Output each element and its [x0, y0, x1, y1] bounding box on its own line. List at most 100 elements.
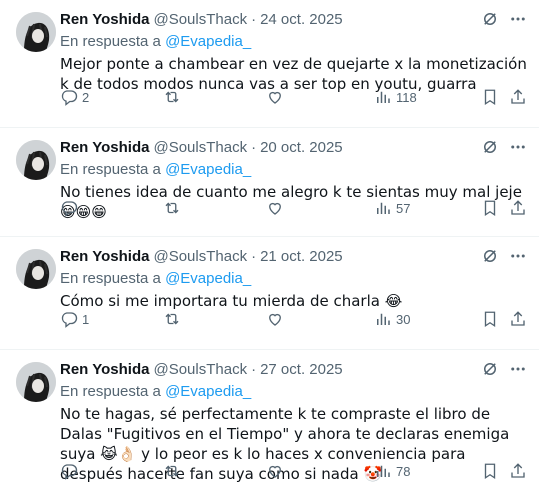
bookmark-button[interactable] — [481, 462, 499, 480]
reply-button[interactable] — [60, 199, 82, 217]
like-button[interactable] — [266, 88, 288, 106]
reply-button[interactable] — [60, 462, 82, 480]
reply-count: 1 — [82, 311, 90, 327]
tweet[interactable]: Ren Yoshida @SoulsThack · 24 oct. 2025 E… — [0, 0, 539, 128]
avatar[interactable] — [16, 249, 56, 289]
bookmark-button[interactable] — [481, 88, 499, 106]
tweet-date[interactable]: 21 oct. 2025 — [260, 247, 343, 267]
tweet[interactable]: Ren Yoshida @SoulsThack · 21 oct. 2025 E… — [0, 237, 539, 350]
views-icon — [377, 465, 390, 477]
user-handle[interactable]: @SoulsThack — [153, 360, 247, 380]
like-icon — [269, 91, 281, 104]
tweet-date[interactable]: 24 oct. 2025 — [260, 10, 343, 30]
bookmark-icon — [484, 463, 496, 480]
views-icon — [377, 313, 390, 325]
reply-prefix: En respuesta a — [60, 270, 166, 287]
like-button[interactable] — [266, 310, 288, 328]
bookmark-button[interactable] — [481, 199, 499, 217]
repost-icon — [165, 91, 179, 103]
reply-prefix: En respuesta a — [60, 33, 166, 50]
reply-context: En respuesta a @Evapedia_ — [60, 32, 527, 52]
user-handle[interactable]: @SoulsThack — [153, 138, 247, 158]
tweet-text: Cómo si me importara tu mierda de charla… — [60, 292, 403, 310]
reply-icon — [61, 464, 78, 480]
tweet-text: No te hagas, sé perfectamente k te compr… — [60, 405, 510, 483]
tweet-date[interactable]: 27 oct. 2025 — [260, 360, 343, 380]
repost-button[interactable] — [163, 310, 185, 328]
separator-dot: · — [251, 361, 257, 378]
reply-button[interactable]: 1 — [60, 310, 89, 328]
more-icon[interactable] — [509, 247, 527, 265]
share-icon — [511, 463, 525, 478]
repost-icon — [165, 313, 179, 325]
reply-mention-link[interactable]: @Evapedia_ — [165, 383, 251, 400]
reply-icon — [61, 90, 78, 106]
avatar[interactable] — [16, 362, 56, 402]
like-icon — [269, 465, 281, 478]
like-button[interactable] — [266, 462, 288, 480]
user-handle[interactable]: @SoulsThack — [153, 247, 247, 267]
grok-icon[interactable] — [481, 10, 499, 28]
views-button[interactable]: 30 — [374, 310, 410, 328]
bookmark-button[interactable] — [481, 310, 499, 328]
display-name[interactable]: Ren Yoshida — [60, 360, 149, 380]
reply-prefix: En respuesta a — [60, 161, 166, 178]
reply-mention-link[interactable]: @Evapedia_ — [165, 33, 251, 50]
like-button[interactable] — [266, 199, 288, 217]
reply-button[interactable]: 2 — [60, 88, 89, 106]
share-icon — [511, 200, 525, 215]
reply-context: En respuesta a @Evapedia_ — [60, 269, 527, 289]
share-button[interactable] — [509, 462, 527, 480]
tweet[interactable]: Ren Yoshida @SoulsThack · 20 oct. 2025 E… — [0, 128, 539, 237]
grok-icon[interactable] — [481, 360, 499, 378]
tweet[interactable]: Ren Yoshida @SoulsThack · 27 oct. 2025 E… — [0, 350, 539, 496]
avatar[interactable] — [16, 140, 56, 180]
views-button[interactable]: 118 — [374, 88, 417, 106]
separator-dot: · — [251, 11, 257, 28]
display-name[interactable]: Ren Yoshida — [60, 247, 149, 267]
share-button[interactable] — [509, 88, 527, 106]
reply-icon — [61, 201, 78, 217]
like-icon — [269, 313, 281, 326]
tweet-date[interactable]: 20 oct. 2025 — [260, 138, 343, 158]
more-icon[interactable] — [509, 138, 527, 156]
reply-mention-link[interactable]: @Evapedia_ — [165, 270, 251, 287]
views-count: 118 — [396, 89, 417, 105]
grok-icon[interactable] — [481, 138, 499, 156]
more-icon[interactable] — [509, 10, 527, 28]
repost-button[interactable] — [163, 88, 185, 106]
repost-button[interactable] — [163, 199, 185, 217]
more-icon[interactable] — [509, 360, 527, 378]
display-name[interactable]: Ren Yoshida — [60, 10, 149, 30]
views-count: 30 — [396, 311, 411, 327]
reply-feed: Ren Yoshida @SoulsThack · 24 oct. 2025 E… — [0, 0, 539, 496]
user-handle[interactable]: @SoulsThack — [153, 10, 247, 30]
repost-icon — [165, 202, 179, 214]
repost-icon — [165, 465, 179, 477]
repost-button[interactable] — [163, 462, 185, 480]
separator-dot: · — [251, 248, 257, 265]
share-button[interactable] — [509, 199, 527, 217]
reply-mention-link[interactable]: @Evapedia_ — [165, 161, 251, 178]
tweet-text: Mejor ponte a chambear en vez de quejart… — [60, 55, 527, 93]
like-icon — [269, 202, 281, 215]
views-icon — [377, 91, 390, 103]
views-button[interactable]: 57 — [374, 199, 410, 217]
display-name[interactable]: Ren Yoshida — [60, 138, 149, 158]
reply-icon — [61, 312, 78, 328]
tweet-text: No tienes idea de cuanto me alegro k te … — [60, 183, 522, 221]
bookmark-icon — [484, 89, 496, 106]
grok-icon[interactable] — [481, 247, 499, 265]
reply-count: 2 — [82, 89, 90, 105]
views-count: 57 — [396, 200, 411, 216]
views-button[interactable]: 78 — [374, 462, 410, 480]
bookmark-icon — [484, 311, 496, 328]
share-icon — [511, 89, 525, 104]
separator-dot: · — [251, 139, 257, 156]
share-button[interactable] — [509, 310, 527, 328]
bookmark-icon — [484, 200, 496, 217]
share-icon — [511, 311, 525, 326]
views-icon — [377, 202, 390, 214]
reply-prefix: En respuesta a — [60, 383, 166, 400]
avatar[interactable] — [16, 12, 56, 52]
